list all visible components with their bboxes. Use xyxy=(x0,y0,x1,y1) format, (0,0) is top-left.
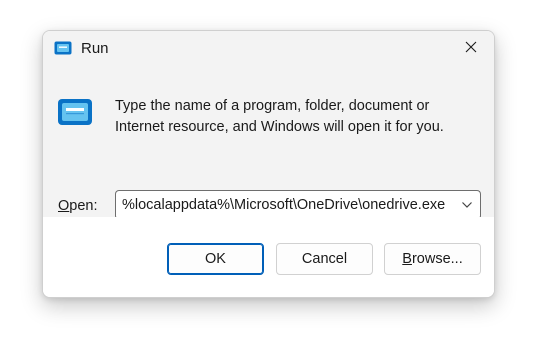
open-input[interactable] xyxy=(122,191,452,218)
open-label: Open: xyxy=(58,198,98,214)
run-icon xyxy=(54,41,72,55)
open-combobox[interactable] xyxy=(115,190,481,220)
chevron-down-icon[interactable] xyxy=(454,191,480,218)
browse-accesskey: B xyxy=(402,251,412,267)
close-icon xyxy=(465,40,477,58)
run-dialog: Run Type the name of a program, folder, … xyxy=(42,30,495,298)
run-icon xyxy=(57,98,93,126)
button-bar: OK Cancel Browse... xyxy=(43,217,494,297)
ok-button[interactable]: OK xyxy=(167,243,264,275)
description-text: Type the name of a program, folder, docu… xyxy=(115,96,475,138)
open-label-text: pen: xyxy=(69,198,98,214)
description-line: Internet resource, and Windows will open… xyxy=(115,119,444,135)
cancel-button[interactable]: Cancel xyxy=(276,243,373,275)
browse-button[interactable]: Browse... xyxy=(384,243,481,275)
browse-label-text: rowse... xyxy=(411,251,463,267)
browse-label: Browse... xyxy=(402,251,462,267)
title-bar[interactable]: Run xyxy=(43,31,494,67)
description-line: Type the name of a program, folder, docu… xyxy=(115,98,430,114)
window-title: Run xyxy=(81,40,109,57)
close-button[interactable] xyxy=(448,31,494,67)
open-label-accesskey: O xyxy=(58,198,70,214)
dialog-content: Type the name of a program, folder, docu… xyxy=(43,67,494,220)
